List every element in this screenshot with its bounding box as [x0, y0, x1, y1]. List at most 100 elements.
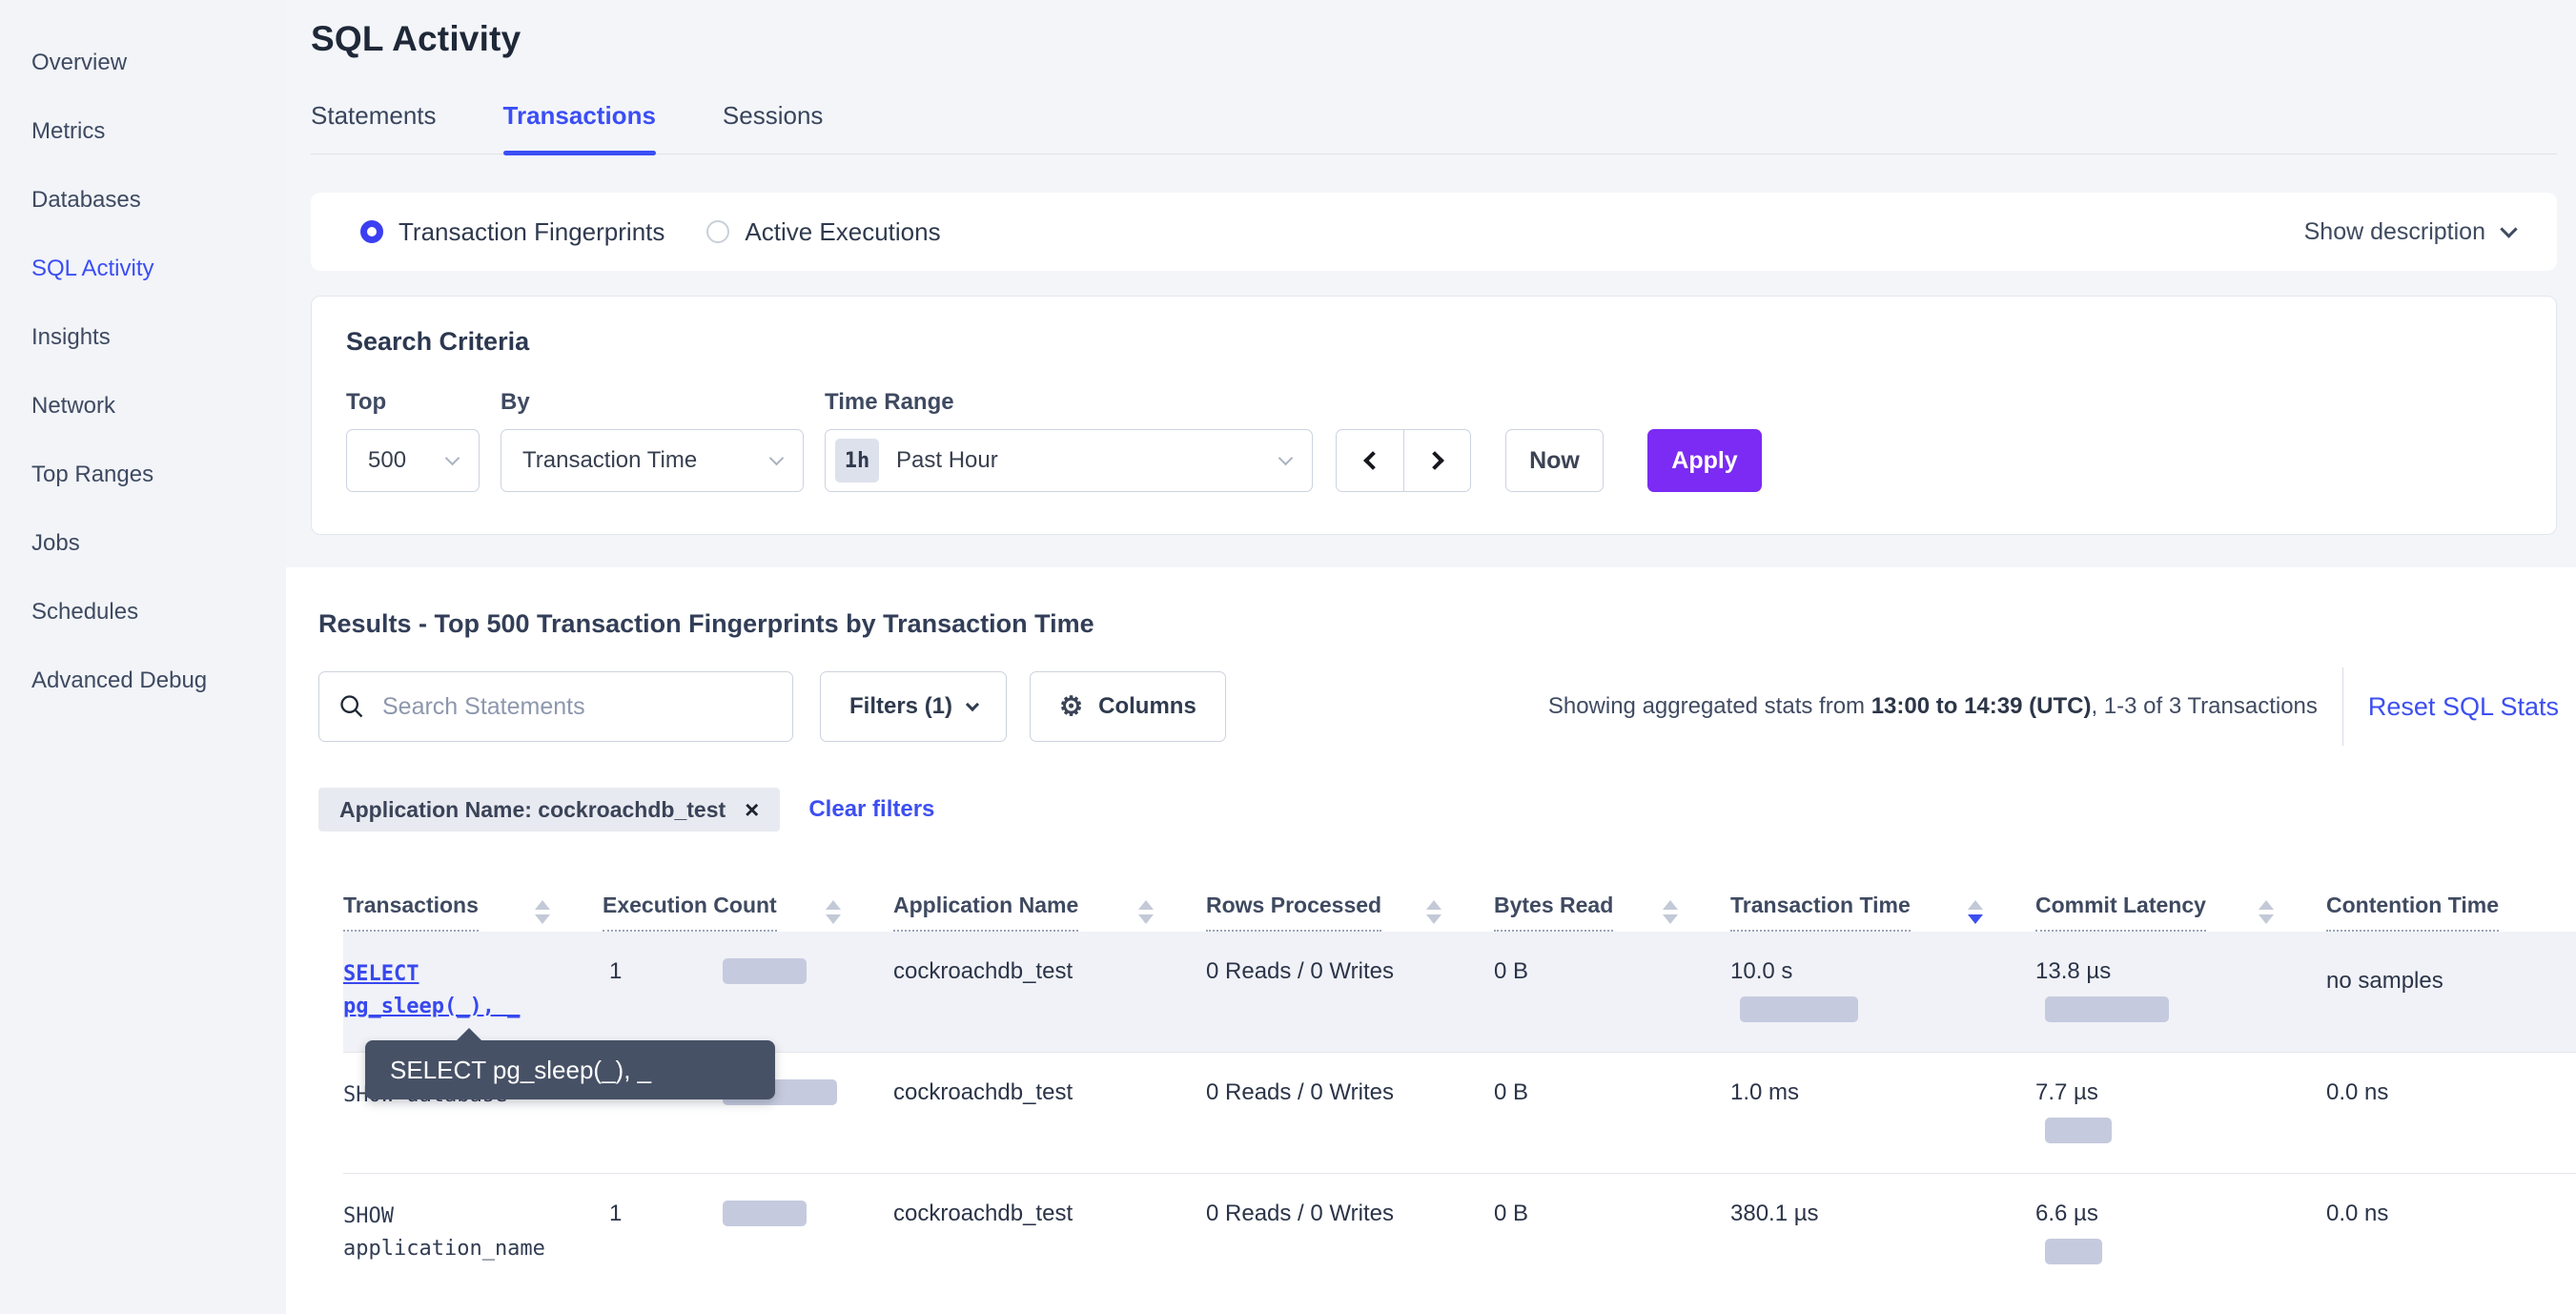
stats-area: Showing aggregated stats from 13:00 to 1… [1548, 667, 2576, 746]
radio-label: Transaction Fingerprints [399, 217, 664, 247]
results-toolbar: Filters (1) ⚙ Columns Showing aggregated… [311, 667, 2576, 746]
stats-range: 13:00 to 14:39 (UTC) [1871, 693, 2092, 719]
search-input[interactable] [382, 693, 773, 721]
contention-time-value: 0.0 ns [2326, 1053, 2576, 1173]
time-range-select[interactable]: 1h Past Hour [825, 429, 1313, 492]
page-title: SQL Activity [311, 19, 2557, 59]
filter-chip[interactable]: Application Name: cockroachdb_test × [318, 788, 780, 832]
time-range-value: Past Hour [896, 447, 998, 474]
by-select[interactable]: Transaction Time [501, 429, 804, 492]
contention-time-value: no samples [2326, 932, 2576, 1052]
radio-transaction-fingerprints[interactable]: Transaction Fingerprints [360, 217, 664, 247]
commit-latency-bar [2045, 996, 2169, 1022]
sidebar: Overview Metrics Databases SQL Activity … [0, 0, 286, 1314]
results-heading: Results - Top 500 Transaction Fingerprin… [311, 609, 2576, 639]
sidebar-item-network[interactable]: Network [0, 372, 286, 441]
now-button[interactable]: Now [1505, 429, 1604, 492]
sort-icon[interactable] [826, 900, 841, 924]
sidebar-item-insights[interactable]: Insights [0, 303, 286, 372]
sidebar-item-top-ranges[interactable]: Top Ranges [0, 441, 286, 509]
remove-filter-icon[interactable]: × [745, 797, 759, 822]
execution-count-value: 1 [603, 1201, 723, 1227]
filter-chip-label: Application Name: cockroachdb_test [339, 797, 726, 823]
column-label: Bytes Read [1494, 893, 1613, 932]
column-header-transaction-time[interactable]: Transaction Time [1730, 875, 2035, 932]
reset-sql-stats-link[interactable]: Reset SQL Stats [2368, 692, 2576, 722]
main-content: SQL Activity Statements Transactions Ses… [286, 0, 2576, 1314]
application-name-value: cockroachdb_test [893, 1053, 1206, 1173]
table-row: SELECT pg_sleep(_), _ 1 cockroachdb_test… [343, 932, 2576, 1053]
column-header-contention-time[interactable]: Contention Time [2326, 875, 2576, 932]
sidebar-item-overview[interactable]: Overview [0, 29, 286, 97]
search-criteria-controls: Top 500 By Transaction Time [346, 389, 2522, 492]
sort-icon[interactable] [1138, 900, 1154, 924]
radio-active-executions[interactable]: Active Executions [706, 217, 940, 247]
top-select-value: 500 [368, 447, 406, 474]
chevron-down-icon [966, 698, 979, 711]
tab-transactions[interactable]: Transactions [503, 101, 656, 154]
radio-label: Active Executions [745, 217, 940, 247]
stats-suffix: , 1-3 of 3 Transactions [2091, 693, 2317, 719]
column-label: Rows Processed [1206, 893, 1381, 932]
commit-latency-bar [2045, 1239, 2102, 1264]
column-header-commit-latency[interactable]: Commit Latency [2035, 875, 2326, 932]
stats-prefix: Showing aggregated stats from [1548, 693, 1871, 719]
sidebar-item-databases[interactable]: Databases [0, 166, 286, 235]
sidebar-item-jobs[interactable]: Jobs [0, 509, 286, 578]
sidebar-item-schedules[interactable]: Schedules [0, 578, 286, 647]
commit-latency-value: 13.8 µs [2035, 958, 2111, 984]
execution-count-bar [723, 958, 807, 984]
chevron-right-icon [1425, 451, 1444, 470]
filters-button[interactable]: Filters (1) [820, 671, 1007, 742]
time-next-button[interactable] [1403, 430, 1470, 491]
view-mode-radio-group: Transaction Fingerprints Active Executio… [360, 217, 941, 247]
application-name-value: cockroachdb_test [893, 932, 1206, 1052]
time-range-field: Time Range 1h Past Hour [825, 389, 1313, 492]
radio-unselected-icon[interactable] [706, 220, 729, 243]
chevron-down-icon [1278, 451, 1294, 466]
view-mode-card: Transaction Fingerprints Active Executio… [311, 193, 2557, 271]
execution-count-bar [723, 1201, 807, 1226]
sort-icon[interactable] [2259, 900, 2274, 924]
search-criteria-card: Search Criteria Top 500 By Transaction T… [311, 296, 2557, 535]
bytes-read-value: 0 B [1494, 932, 1730, 1052]
time-prev-button[interactable] [1337, 430, 1403, 491]
transaction-time-value: 1.0 ms [1730, 1079, 1799, 1105]
sort-icon[interactable] [1663, 900, 1678, 924]
search-box [318, 671, 793, 742]
column-label: Transactions [343, 893, 479, 932]
bytes-read-value: 0 B [1494, 1174, 1730, 1295]
sidebar-item-metrics[interactable]: Metrics [0, 97, 286, 166]
time-range-badge: 1h [835, 439, 879, 482]
column-header-application-name[interactable]: Application Name [893, 875, 1206, 932]
column-header-execution-count[interactable]: Execution Count [603, 875, 893, 932]
chevron-down-icon [445, 451, 460, 466]
columns-button[interactable]: ⚙ Columns [1030, 671, 1226, 742]
application-name-value: cockroachdb_test [893, 1174, 1206, 1295]
sort-icon[interactable] [535, 900, 550, 924]
filters-button-label: Filters (1) [849, 693, 952, 720]
sidebar-item-sql-activity[interactable]: SQL Activity [0, 235, 286, 303]
sidebar-item-advanced-debug[interactable]: Advanced Debug [0, 647, 286, 715]
clear-filters-link[interactable]: Clear filters [808, 796, 934, 823]
bytes-read-value: 0 B [1494, 1053, 1730, 1173]
column-header-transactions[interactable]: Transactions [343, 875, 603, 932]
tab-sessions[interactable]: Sessions [723, 101, 824, 154]
time-range-label: Time Range [825, 389, 1313, 416]
radio-selected-icon[interactable] [360, 220, 383, 243]
apply-button[interactable]: Apply [1647, 429, 1762, 492]
sort-icon[interactable] [1426, 900, 1441, 924]
transaction-fingerprint-text[interactable]: SHOW application_name [343, 1204, 545, 1261]
top-select[interactable]: 500 [346, 429, 480, 492]
column-label: Execution Count [603, 893, 777, 932]
transaction-fingerprint-link[interactable]: SELECT pg_sleep(_), _ [343, 962, 520, 1018]
column-header-rows-processed[interactable]: Rows Processed [1206, 875, 1494, 932]
transactions-table: Transactions Execution Count Application… [343, 875, 2576, 1295]
transaction-time-value: 10.0 s [1730, 958, 1792, 984]
results-section: Results - Top 500 Transaction Fingerprin… [286, 567, 2576, 1295]
show-description-toggle[interactable]: Show description [2304, 218, 2515, 246]
query-tooltip-text: SELECT pg_sleep(_), _ [390, 1056, 651, 1085]
column-header-bytes-read[interactable]: Bytes Read [1494, 875, 1730, 932]
tab-statements[interactable]: Statements [311, 101, 437, 154]
sort-icon-active-desc[interactable] [1968, 900, 1983, 924]
